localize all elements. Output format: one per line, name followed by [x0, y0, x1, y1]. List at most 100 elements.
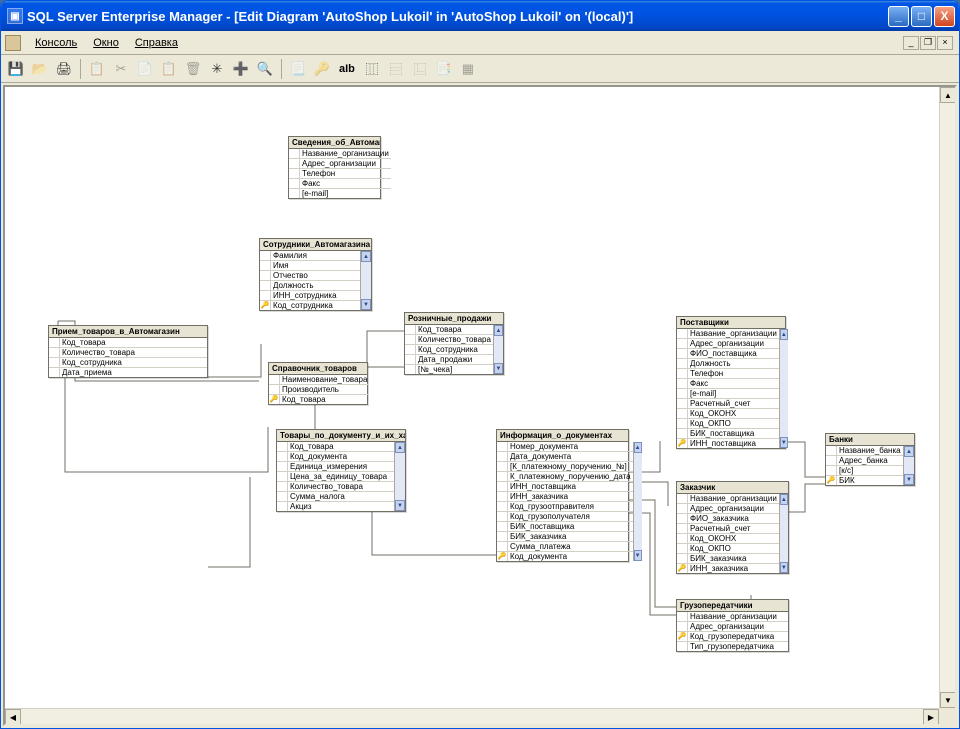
- table-row[interactable]: Дата_документа: [497, 452, 633, 462]
- table-scrollbar[interactable]: ▲▼: [903, 446, 914, 485]
- maximize-button[interactable]: □: [911, 6, 932, 27]
- table-row[interactable]: Адрес_организации: [677, 622, 788, 632]
- table-row[interactable]: Номер_документа: [497, 442, 633, 452]
- table-row[interactable]: Расчетный_счет: [677, 399, 779, 409]
- scroll-down-icon[interactable]: ▼: [494, 363, 503, 374]
- table-row[interactable]: Адрес_банка: [826, 456, 903, 466]
- table-sotrudniki[interactable]: Сотрудники_Автомагазина Фамилия Имя Отче…: [259, 238, 372, 311]
- table-priem[interactable]: Прием_товаров_в_Автомагазин Код_товара К…: [48, 325, 208, 378]
- mdi-restore-button[interactable]: ❐: [920, 36, 936, 50]
- table-tovary-doc[interactable]: Товары_по_документу_и_их_хар Код_товара …: [276, 429, 406, 512]
- table-row[interactable]: Название_организации: [677, 329, 779, 339]
- table-row[interactable]: Телефон: [289, 169, 391, 179]
- cut-icon[interactable]: ✂: [110, 58, 132, 80]
- ab-icon[interactable]: aIb: [335, 63, 359, 75]
- table-row[interactable]: Факс: [289, 179, 391, 189]
- scroll-left-icon[interactable]: ◀: [5, 709, 21, 725]
- table-row[interactable]: 🔑ИНН_заказчика: [677, 564, 779, 573]
- table-row[interactable]: Код_грузоотправителя: [497, 502, 633, 512]
- scroll-down-icon[interactable]: ▼: [780, 562, 788, 573]
- table-row[interactable]: Фамилия: [260, 251, 360, 261]
- print-icon[interactable]: 🖨: [53, 58, 75, 80]
- table-row[interactable]: БИК_поставщика: [497, 522, 633, 532]
- delete-icon[interactable]: 🗑: [182, 58, 204, 80]
- table-row[interactable]: 🔑Код_грузопередатчика: [677, 632, 788, 642]
- table-row[interactable]: Адрес_организации: [289, 159, 391, 169]
- table-roznichnye[interactable]: Розничные_продажи Код_товара Количество_…: [404, 312, 504, 375]
- scroll-right-icon[interactable]: ▶: [923, 709, 939, 725]
- table-row[interactable]: Количество_товара: [49, 348, 207, 358]
- table-row[interactable]: [К_платежному_поручению_№]: [497, 462, 633, 472]
- scroll-down-icon[interactable]: ▼: [361, 299, 371, 310]
- table-banki[interactable]: Банки Название_банка Адрес_банка [к/c] 🔑…: [825, 433, 915, 486]
- relationship-icon[interactable]: 📑: [433, 58, 455, 80]
- table-row[interactable]: Сумма_платежа: [497, 542, 633, 552]
- diagram-canvas[interactable]: Сведения_об_Автомага Название_организаци…: [5, 87, 939, 708]
- key-icon[interactable]: 🔑: [311, 58, 333, 80]
- scroll-up-icon[interactable]: ▲: [780, 494, 788, 505]
- table-row[interactable]: Акциз: [277, 502, 394, 511]
- grid-icon[interactable]: ▦: [457, 58, 479, 80]
- table-row[interactable]: Код_ОКПО: [677, 419, 779, 429]
- table-row[interactable]: Адрес_организации: [677, 339, 779, 349]
- table-row[interactable]: [к/c]: [826, 466, 903, 476]
- properties-icon[interactable]: 📋: [86, 58, 108, 80]
- table-gruzoperedatchiki[interactable]: Грузопередатчики Название_организации Ад…: [676, 599, 789, 652]
- table-scrollbar[interactable]: ▲▼: [779, 494, 788, 573]
- table-row[interactable]: ФИО_заказчика: [677, 514, 779, 524]
- table-row[interactable]: 🔑Код_документа: [497, 552, 633, 561]
- table-row[interactable]: Адрес_организации: [677, 504, 779, 514]
- table-row[interactable]: Код_товара: [49, 338, 207, 348]
- scroll-up-icon[interactable]: ▲: [395, 442, 405, 453]
- table-row[interactable]: Код_документа: [277, 452, 394, 462]
- table-row[interactable]: 🔑БИК: [826, 476, 903, 485]
- table-row[interactable]: Название_организации: [677, 612, 788, 622]
- table-row[interactable]: ИНН_заказчика: [497, 492, 633, 502]
- table-row[interactable]: Количество_товара: [277, 482, 394, 492]
- table-row[interactable]: Дата_продажи: [405, 355, 493, 365]
- table-row[interactable]: 🔑Код_сотрудника: [260, 301, 360, 310]
- table-info-doc[interactable]: Информация_о_документах Номер_документа …: [496, 429, 629, 562]
- scroll-down-icon[interactable]: ▼: [780, 437, 788, 448]
- table-row[interactable]: Код_товара: [405, 325, 493, 335]
- table-row[interactable]: Телефон: [677, 369, 779, 379]
- table-row[interactable]: К_платежному_поручению_дата: [497, 472, 633, 482]
- table-scrollbar[interactable]: ▲▼: [360, 251, 371, 310]
- copy-icon[interactable]: 📄: [134, 58, 156, 80]
- page-icon[interactable]: 📃: [287, 58, 309, 80]
- scroll-up-icon[interactable]: ▲: [634, 442, 642, 453]
- table-row[interactable]: Единица_измерения: [277, 462, 394, 472]
- table-row[interactable]: Отчество: [260, 271, 360, 281]
- table-row[interactable]: БИК_заказчика: [497, 532, 633, 542]
- table-row[interactable]: Код_грузополучателя: [497, 512, 633, 522]
- menu-help[interactable]: Справка: [127, 35, 186, 51]
- schema-icon[interactable]: ⿲: [361, 58, 383, 80]
- table-svedenia[interactable]: Сведения_об_Автомага Название_организаци…: [288, 136, 381, 199]
- scroll-up-icon[interactable]: ▲: [904, 446, 914, 457]
- table-scrollbar[interactable]: ▲▼: [633, 442, 642, 561]
- table-row[interactable]: Код_товара: [277, 442, 394, 452]
- table-row[interactable]: Код_сотрудника: [405, 345, 493, 355]
- table-row[interactable]: Название_организации: [289, 149, 391, 159]
- table-zakazchik[interactable]: Заказчик Название_организации Адрес_орга…: [676, 481, 789, 574]
- table-row[interactable]: Сумма_налога: [277, 492, 394, 502]
- table-spravochnik[interactable]: Справочник_товаров Наименование_товара П…: [268, 362, 368, 405]
- vertical-scrollbar[interactable]: ▲ ▼: [939, 87, 955, 708]
- table-row[interactable]: ФИО_поставщика: [677, 349, 779, 359]
- table-row[interactable]: БИК_заказчика: [677, 554, 779, 564]
- scroll-down-icon[interactable]: ▼: [940, 692, 956, 708]
- scroll-up-icon[interactable]: ▲: [494, 325, 503, 336]
- table-postavshiki[interactable]: Поставщики Название_организации Адрес_ор…: [676, 316, 786, 449]
- arrange-icon[interactable]: ⿳: [385, 58, 407, 80]
- table-row[interactable]: Код_сотрудника: [49, 358, 207, 368]
- table-scrollbar[interactable]: ▲▼: [394, 442, 405, 511]
- table-row[interactable]: Название_организации: [677, 494, 779, 504]
- table-scrollbar[interactable]: ▲▼: [493, 325, 503, 374]
- scroll-up-icon[interactable]: ▲: [940, 87, 956, 103]
- new-table-icon[interactable]: ✳: [206, 58, 228, 80]
- table-row[interactable]: Код_ОКОНХ: [677, 409, 779, 419]
- mdi-minimize-button[interactable]: _: [903, 36, 919, 50]
- close-button[interactable]: X: [934, 6, 955, 27]
- open-icon[interactable]: 📂: [29, 58, 51, 80]
- scroll-down-icon[interactable]: ▼: [634, 550, 642, 561]
